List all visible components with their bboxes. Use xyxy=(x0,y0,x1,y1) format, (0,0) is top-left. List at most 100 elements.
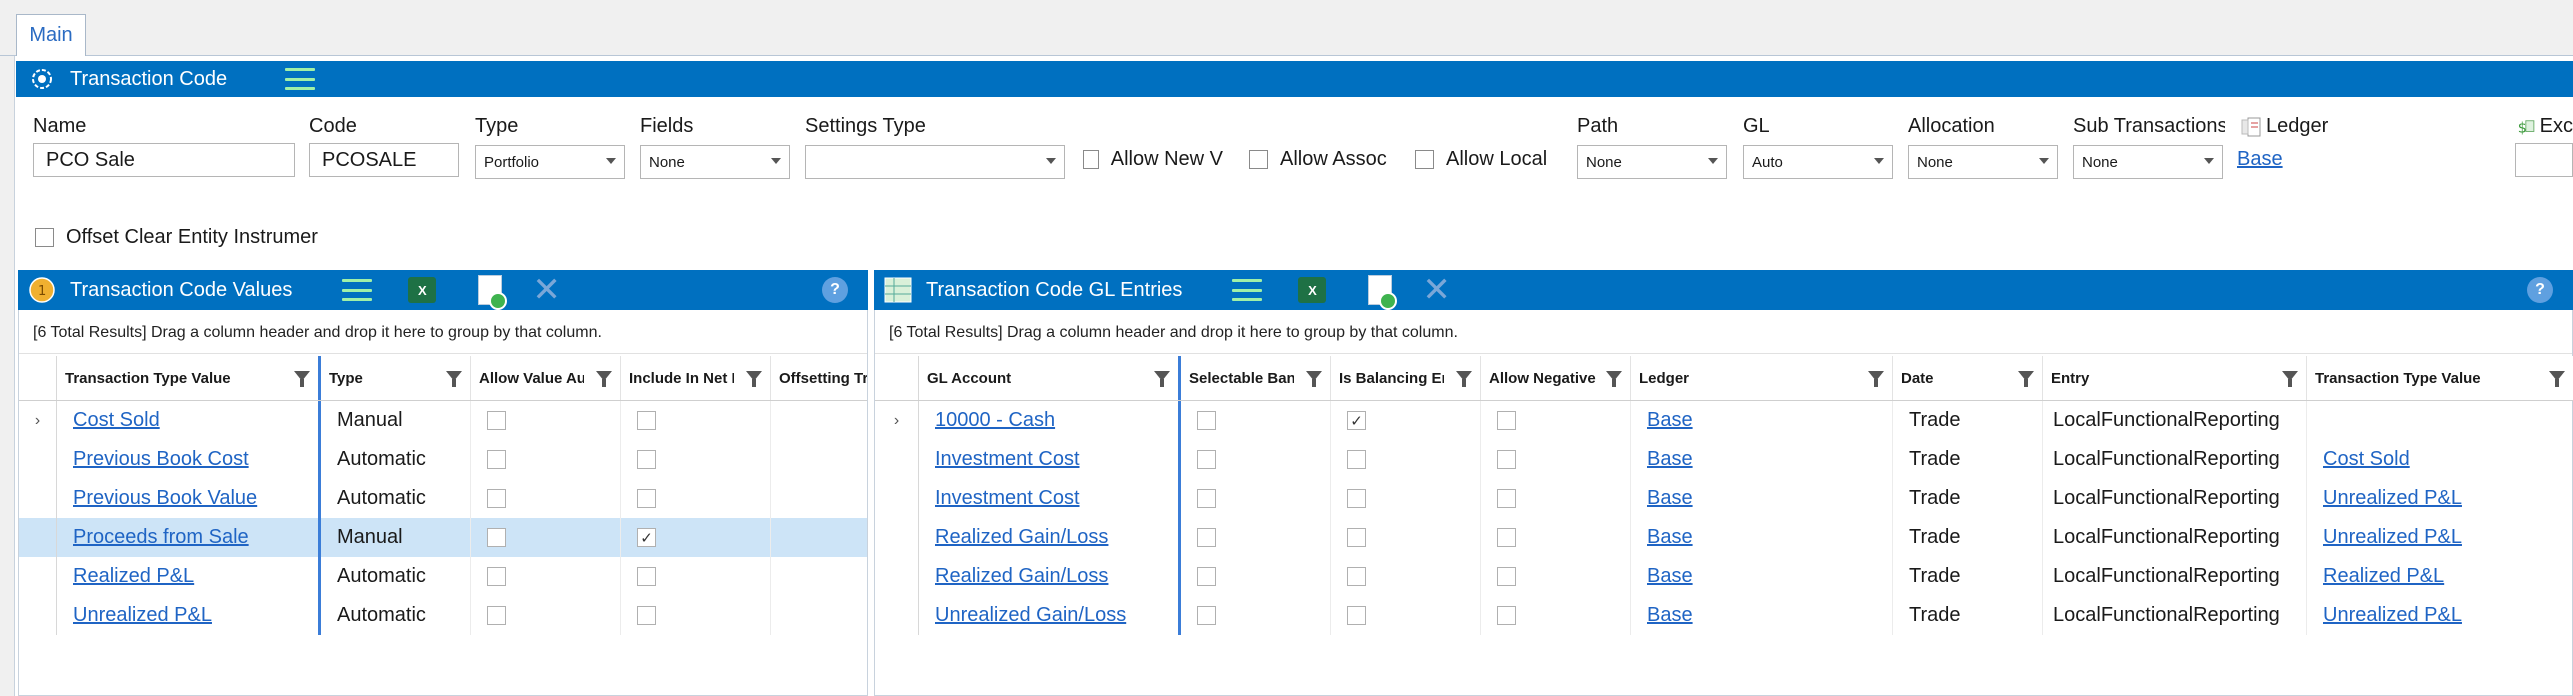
table-row[interactable]: › Cost Sold Manual xyxy=(19,401,867,440)
path-select[interactable]: None xyxy=(1577,145,1727,179)
table-row[interactable]: Unrealized Gain/Loss Base Trade LocalFun… xyxy=(875,596,2573,635)
checkbox[interactable] xyxy=(637,606,656,625)
gl-menu-icon[interactable] xyxy=(1232,279,1263,301)
checkbox[interactable] xyxy=(1497,489,1516,508)
new-document-icon[interactable] xyxy=(478,275,508,310)
table-row[interactable]: Unrealized P&L Automatic xyxy=(19,596,867,635)
checkbox[interactable]: ✓ xyxy=(1347,411,1366,430)
table-row[interactable]: Proceeds from Sale Manual ✓ xyxy=(19,518,867,557)
filter-icon[interactable] xyxy=(746,371,762,387)
row-expander[interactable] xyxy=(875,440,919,479)
col-header-transaction-type-value[interactable]: Transaction Type Value xyxy=(57,356,321,400)
checkbox[interactable] xyxy=(1497,450,1516,469)
allow-new-checkbox[interactable]: Allow New V xyxy=(1083,148,1223,171)
gl-account-link[interactable]: Investment Cost xyxy=(935,448,1080,471)
excel-export-icon[interactable]: X xyxy=(1298,277,1327,303)
checkbox[interactable] xyxy=(1197,411,1216,430)
transaction-type-value-link[interactable]: Realized P&L xyxy=(2323,565,2444,588)
row-expander[interactable] xyxy=(19,479,57,518)
table-row[interactable]: Realized P&L Automatic xyxy=(19,557,867,596)
checkbox[interactable] xyxy=(1497,528,1516,547)
checkbox[interactable] xyxy=(1415,150,1434,169)
col-header-type[interactable]: Type xyxy=(321,356,471,400)
row-expander[interactable] xyxy=(19,518,57,557)
table-row[interactable]: Previous Book Value Automatic xyxy=(19,479,867,518)
checkbox[interactable] xyxy=(637,411,656,430)
checkbox[interactable] xyxy=(1083,150,1099,169)
offset-clear-checkbox[interactable]: Offset Clear Entity Instrumer xyxy=(35,226,355,249)
row-expander[interactable] xyxy=(875,557,919,596)
filter-icon[interactable] xyxy=(1306,371,1322,387)
checkbox[interactable] xyxy=(1347,450,1366,469)
help-icon[interactable]: ? xyxy=(822,277,848,303)
filter-icon[interactable] xyxy=(1154,371,1170,387)
filter-icon[interactable] xyxy=(1456,371,1472,387)
ledger-link[interactable]: Base xyxy=(2237,148,2283,171)
transaction-type-value-link[interactable]: Proceeds from Sale xyxy=(73,526,249,549)
table-row[interactable]: Investment Cost Base Trade LocalFunction… xyxy=(875,479,2573,518)
excel-export-icon[interactable]: X xyxy=(408,277,437,303)
col-header-allow-negative[interactable]: Allow Negative xyxy=(1481,356,1631,400)
ledger-link[interactable]: Base xyxy=(1647,604,1693,627)
filter-icon[interactable] xyxy=(1606,371,1622,387)
col-header-gl-account[interactable]: GL Account xyxy=(919,356,1181,400)
col-header-offsetting[interactable]: Offsetting Tra xyxy=(771,356,867,400)
allow-local-checkbox[interactable]: Allow Local xyxy=(1415,148,1555,171)
row-expander[interactable] xyxy=(19,440,57,479)
col-header-include-in-net[interactable]: Include In Net I xyxy=(621,356,771,400)
gl-account-link[interactable]: Unrealized Gain/Loss xyxy=(935,604,1126,627)
filter-icon[interactable] xyxy=(2018,371,2034,387)
col-header-is-balancing[interactable]: Is Balancing En xyxy=(1331,356,1481,400)
delete-icon[interactable]: ✕ xyxy=(532,273,561,307)
gl-account-link[interactable]: 10000 - Cash xyxy=(935,409,1055,432)
exc-input[interactable] xyxy=(2515,143,2573,177)
checkbox[interactable] xyxy=(487,567,506,586)
fields-select[interactable]: None xyxy=(640,145,790,179)
transaction-type-value-link[interactable]: Previous Book Value xyxy=(73,487,257,510)
checkbox[interactable] xyxy=(637,450,656,469)
checkbox[interactable] xyxy=(487,411,506,430)
col-header-entry[interactable]: Entry xyxy=(2043,356,2307,400)
checkbox[interactable] xyxy=(1347,489,1366,508)
filter-icon[interactable] xyxy=(1868,371,1884,387)
row-expander[interactable] xyxy=(19,557,57,596)
checkbox[interactable] xyxy=(1197,606,1216,625)
row-expander[interactable] xyxy=(875,596,919,635)
filter-icon[interactable] xyxy=(2282,371,2298,387)
checkbox[interactable] xyxy=(637,567,656,586)
table-row[interactable]: Realized Gain/Loss Base Trade LocalFunct… xyxy=(875,557,2573,596)
row-expander[interactable] xyxy=(19,596,57,635)
checkbox[interactable] xyxy=(487,489,506,508)
transaction-type-value-link[interactable]: Cost Sold xyxy=(2323,448,2410,471)
settings-type-select[interactable] xyxy=(805,145,1065,179)
filter-icon[interactable] xyxy=(294,371,310,387)
row-expander[interactable]: › xyxy=(19,401,57,440)
checkbox[interactable] xyxy=(637,489,656,508)
checkbox[interactable] xyxy=(1347,528,1366,547)
table-row[interactable]: Realized Gain/Loss Base Trade LocalFunct… xyxy=(875,518,2573,557)
new-document-icon[interactable] xyxy=(1368,275,1398,310)
ledger-link[interactable]: Base xyxy=(1647,448,1693,471)
checkbox[interactable] xyxy=(1497,567,1516,586)
checkbox[interactable] xyxy=(487,450,506,469)
row-expander[interactable] xyxy=(875,518,919,557)
transaction-type-value-link[interactable]: Unrealized P&L xyxy=(2323,526,2462,549)
col-header-date[interactable]: Date xyxy=(1893,356,2043,400)
checkbox[interactable] xyxy=(1347,567,1366,586)
table-row[interactable]: › 10000 - Cash ✓ Base Trade LocalFunctio… xyxy=(875,401,2573,440)
checkbox[interactable] xyxy=(35,228,54,247)
code-input[interactable]: PCOSALE xyxy=(309,143,459,177)
tab-main[interactable]: Main xyxy=(16,14,86,56)
col-header-transaction-type-value[interactable]: Transaction Type Value xyxy=(2307,356,2573,400)
gl-account-link[interactable]: Realized Gain/Loss xyxy=(935,526,1108,549)
filter-icon[interactable] xyxy=(446,371,462,387)
checkbox[interactable] xyxy=(1197,528,1216,547)
sub-transactions-select[interactable]: None xyxy=(2073,145,2223,179)
name-input[interactable]: PCO Sale xyxy=(33,143,295,177)
allocation-select[interactable]: None xyxy=(1908,145,2058,179)
gl-account-link[interactable]: Investment Cost xyxy=(935,487,1080,510)
menu-icon[interactable] xyxy=(285,68,316,90)
filter-icon[interactable] xyxy=(2549,371,2565,387)
ledger-link[interactable]: Base xyxy=(1647,409,1693,432)
checkbox[interactable] xyxy=(1497,411,1516,430)
